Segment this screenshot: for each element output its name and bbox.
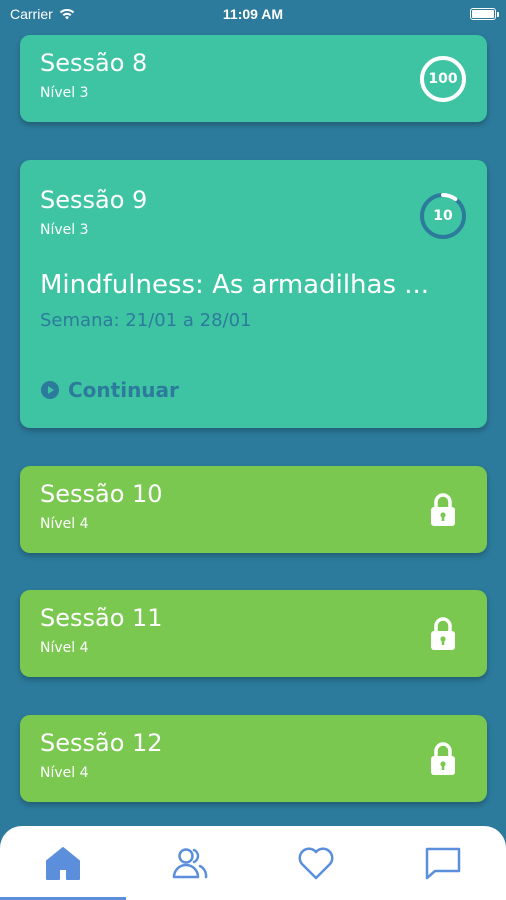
session-level: Nível 4 — [40, 640, 89, 656]
lock-icon — [431, 742, 455, 775]
status-bar: Carrier 11:09 AM — [0, 0, 506, 28]
status-time: 11:09 AM — [222, 6, 284, 22]
tab-messages[interactable] — [380, 826, 506, 900]
session-title: Sessão 11 — [40, 604, 163, 632]
progress-ring: 10 — [419, 192, 467, 240]
battery-icon — [470, 8, 499, 20]
session-level: Nível 3 — [40, 222, 89, 238]
chat-icon — [425, 847, 460, 880]
continue-button[interactable]: Continuar — [40, 378, 179, 402]
progress-label: 10 — [433, 208, 453, 224]
session-card-9[interactable]: Sessão 9 Nível 3 10 Mindfulness: As arma… — [20, 160, 487, 428]
session-title: Sessão 8 — [40, 49, 148, 77]
progress-label: 100 — [428, 71, 458, 87]
tab-home[interactable] — [0, 826, 127, 900]
tab-favorites[interactable] — [253, 826, 379, 900]
session-level: Nível 4 — [40, 516, 89, 532]
heart-icon — [298, 847, 334, 880]
carrier-label: Carrier — [10, 6, 53, 22]
tab-bar — [0, 826, 506, 900]
session-card-12[interactable]: Sessão 12 Nível 4 — [20, 715, 487, 802]
session-card-11[interactable]: Sessão 11 Nível 4 — [20, 590, 487, 677]
session-level: Nível 3 — [40, 85, 89, 101]
session-card-10[interactable]: Sessão 10 Nível 4 — [20, 466, 487, 553]
session-title: Sessão 12 — [40, 729, 163, 757]
session-card-8[interactable]: Sessão 8 Nível 3 100 — [20, 35, 487, 122]
wifi-icon — [59, 8, 74, 20]
tab-people[interactable] — [127, 826, 253, 900]
progress-ring: 100 — [419, 55, 467, 103]
session-level: Nível 4 — [40, 765, 89, 781]
continue-label: Continuar — [68, 378, 179, 402]
session-title: Sessão 9 — [40, 186, 148, 214]
play-icon — [41, 381, 59, 399]
session-title: Sessão 10 — [40, 480, 163, 508]
home-icon — [46, 847, 81, 880]
session-description: Mindfulness: As armadilhas ... — [40, 270, 430, 300]
users-icon — [172, 848, 208, 879]
lock-icon — [431, 617, 455, 650]
session-week: Semana: 21/01 a 28/01 — [40, 310, 252, 331]
status-left: Carrier — [10, 6, 75, 22]
lock-icon — [431, 493, 455, 526]
